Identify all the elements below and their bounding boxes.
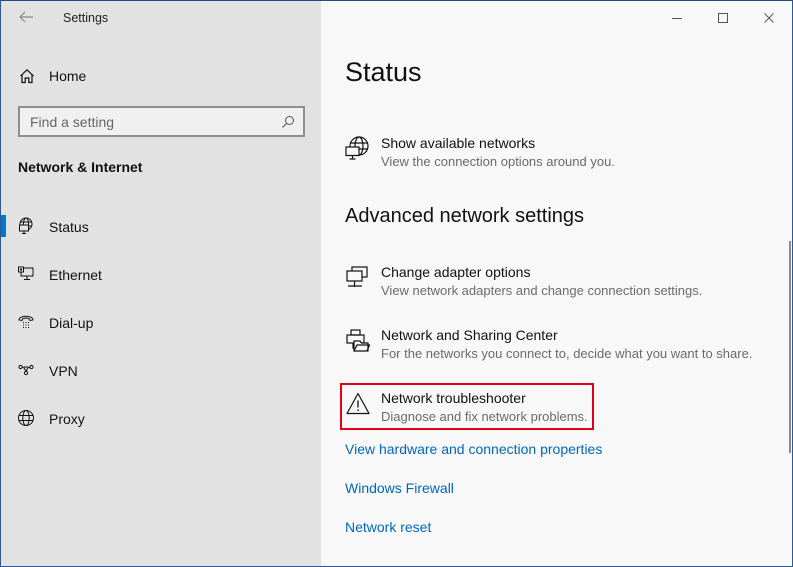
ethernet-icon — [18, 266, 34, 280]
sidebar-item-label: VPN — [49, 363, 78, 379]
row-description: View the connection options around you. — [381, 154, 615, 169]
page-title: Status — [345, 57, 422, 87]
main-content: Status Show available networks View the … — [321, 1, 792, 566]
row-title: Change adapter options — [381, 264, 531, 280]
adapter-monitors-icon — [346, 266, 368, 287]
maximize-button[interactable] — [700, 1, 746, 35]
sidebar-item-dialup[interactable]: Dial-up — [1, 307, 321, 355]
globe-icon — [18, 410, 34, 426]
back-button[interactable] — [17, 8, 37, 28]
sidebar-home-label: Home — [49, 68, 87, 84]
row-description: Diagnose and fix network problems. — [381, 409, 588, 424]
close-button[interactable] — [746, 1, 792, 35]
row-description: View network adapters and change connect… — [381, 283, 703, 298]
globe-monitor-icon — [19, 217, 33, 234]
search-input[interactable] — [20, 112, 277, 131]
search-icon[interactable] — [277, 115, 299, 129]
minimize-icon — [672, 18, 682, 19]
row-title: Show available networks — [381, 135, 536, 151]
show-available-networks[interactable]: Show available networks View the connect… — [345, 134, 615, 172]
sharing-center-icon — [346, 329, 371, 352]
warning-icon — [346, 392, 370, 415]
link-view-hardware-properties[interactable]: View hardware and connection properties — [345, 441, 602, 457]
scrollbar[interactable] — [789, 241, 791, 453]
sidebar-item-label: Ethernet — [49, 267, 102, 283]
arrow-left-icon — [19, 11, 33, 23]
app-title: Settings — [63, 11, 109, 25]
network-troubleshooter[interactable]: Network troubleshooter Diagnose and fix … — [345, 389, 588, 427]
sidebar-nav: Status Ethernet Dial-up VPN Proxy — [1, 211, 321, 451]
section-title: Network & Internet — [18, 159, 143, 175]
advanced-settings-heading: Advanced network settings — [345, 205, 585, 227]
sidebar-item-label: Status — [49, 219, 89, 235]
close-icon — [764, 13, 774, 23]
network-sharing-center[interactable]: Network and Sharing Center For the netwo… — [345, 326, 752, 364]
sidebar-item-label: Proxy — [49, 411, 85, 427]
row-description: For the networks you connect to, decide … — [381, 346, 753, 361]
vpn-icon — [18, 364, 34, 376]
maximize-icon — [718, 13, 728, 23]
dialup-phone-icon — [18, 315, 34, 328]
settings-window: Settings Home Network & Internet — [0, 0, 793, 567]
sidebar: Settings Home Network & Internet — [1, 1, 321, 566]
sidebar-home[interactable]: Home — [19, 63, 86, 89]
sidebar-item-vpn[interactable]: VPN — [1, 355, 321, 403]
sidebar-item-label: Dial-up — [49, 315, 94, 331]
change-adapter-options[interactable]: Change adapter options View network adap… — [345, 263, 702, 301]
link-windows-firewall[interactable]: Windows Firewall — [345, 480, 454, 496]
sidebar-item-status[interactable]: Status — [1, 211, 321, 259]
row-title: Network troubleshooter — [381, 390, 526, 406]
minimize-button[interactable] — [654, 1, 700, 35]
home-icon — [20, 68, 34, 84]
sidebar-item-ethernet[interactable]: Ethernet — [1, 259, 321, 307]
search-box[interactable] — [18, 106, 305, 137]
sidebar-item-proxy[interactable]: Proxy — [1, 403, 321, 451]
link-network-reset[interactable]: Network reset — [345, 519, 431, 535]
globe-monitor-icon — [345, 136, 369, 160]
row-title: Network and Sharing Center — [381, 327, 558, 343]
window-controls — [654, 1, 792, 35]
